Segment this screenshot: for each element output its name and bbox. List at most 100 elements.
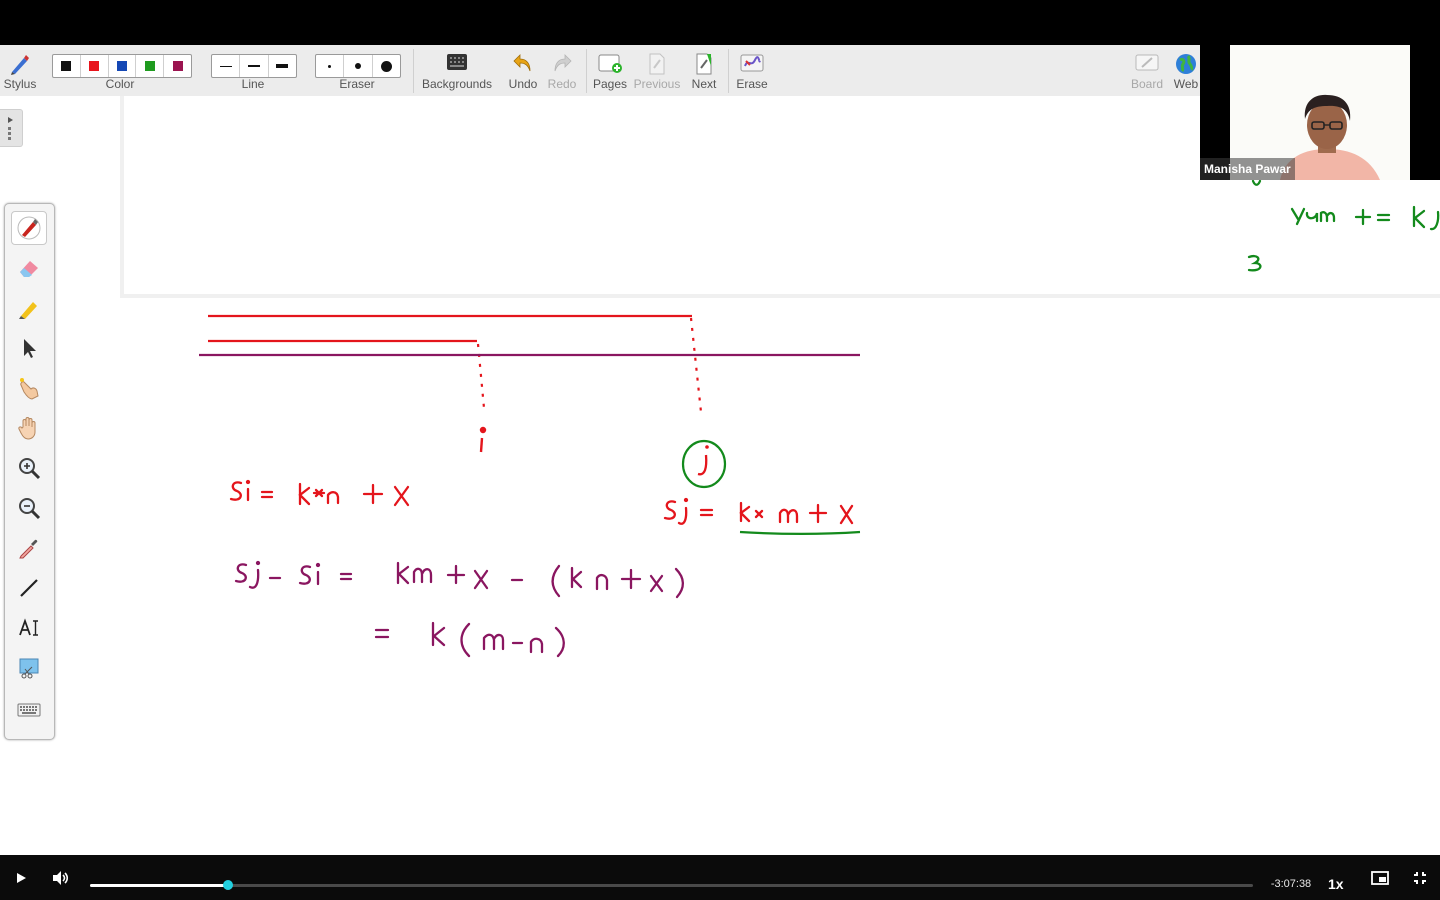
color-picker-tool[interactable] (11, 531, 47, 565)
zoom-in-tool[interactable] (11, 451, 47, 485)
picture-in-picture-icon (1371, 871, 1389, 885)
backgrounds-icon (447, 54, 467, 70)
exit-fullscreen-icon (1414, 872, 1426, 884)
color-swatch-red[interactable] (81, 55, 109, 77)
color-swatch-maroon[interactable] (164, 55, 191, 77)
line-group: Line (203, 45, 303, 96)
next-button[interactable]: Next (684, 45, 724, 96)
eraser-tool[interactable] (11, 251, 47, 285)
whiteboard-toolbar: Stylus Color Line Eraser Backgrounds Und… (0, 45, 1200, 97)
panel-collapse-handle[interactable] (0, 109, 23, 147)
tool-palette (4, 203, 55, 740)
zoom-in-icon (19, 458, 41, 480)
eraser-medium-option[interactable] (344, 55, 373, 77)
whiteboard-canvas[interactable] (0, 96, 1440, 855)
hand-icon (18, 417, 36, 440)
line-thick-option[interactable] (269, 55, 296, 77)
add-page-icon (598, 54, 622, 73)
volume-button[interactable] (49, 866, 71, 890)
eraser-size-options (315, 54, 401, 78)
redo-icon (554, 54, 572, 72)
volume-icon (53, 871, 69, 885)
next-page-icon (696, 53, 712, 75)
select-tool[interactable] (11, 331, 47, 365)
previous-button[interactable]: Previous (632, 45, 682, 96)
handwriting-layer (120, 96, 1440, 658)
pan-tool[interactable] (11, 411, 47, 445)
eraser-icon (20, 261, 38, 277)
seek-handle[interactable] (223, 880, 234, 890)
screen-capture-tool[interactable] (11, 651, 47, 685)
top-black-band (0, 0, 1440, 45)
video-player-bar: -3:07:38 1x (0, 855, 1440, 900)
next-label: Next (691, 77, 717, 91)
highlighter-tool[interactable] (11, 291, 47, 325)
toolbar-divider (728, 49, 729, 93)
pointing-hand-icon (20, 378, 39, 400)
line-thin-option[interactable] (212, 55, 241, 77)
seek-progress (90, 884, 229, 887)
si-equation (229, 479, 410, 507)
board-icon (1135, 54, 1159, 71)
line-medium-option[interactable] (240, 55, 269, 77)
color-swatch-blue[interactable] (109, 55, 137, 77)
eraser-large-option[interactable] (373, 55, 400, 77)
result-equation (374, 621, 565, 658)
sj-underline (739, 530, 861, 535)
eyedropper-icon (19, 539, 38, 559)
board-label: Board (1130, 77, 1164, 91)
web-label: Web (1173, 77, 1199, 91)
playback-speed-button[interactable]: 1x (1328, 876, 1344, 892)
presenter-name: Manisha Pawar (1200, 158, 1295, 180)
pages-label: Pages (592, 77, 628, 91)
stylus-button[interactable]: Stylus (0, 45, 40, 96)
picture-in-picture-button[interactable] (1369, 866, 1391, 890)
line-label: Line (241, 77, 265, 91)
text-tool[interactable] (11, 611, 47, 645)
backgrounds-button[interactable]: Backgrounds (418, 45, 496, 96)
web-button[interactable]: Web (1170, 45, 1202, 96)
exit-fullscreen-button[interactable] (1409, 866, 1431, 890)
redo-button[interactable]: Redo (542, 45, 582, 96)
i-marker (479, 426, 487, 453)
green-writing-partial (1247, 179, 1440, 272)
erase-label: Erase (736, 77, 768, 91)
pointer-arrow-icon (24, 339, 36, 358)
zoom-out-icon (19, 498, 41, 520)
redo-label: Redo (547, 77, 577, 91)
sj-equation (663, 497, 854, 525)
time-remaining: -3:07:38 (1270, 878, 1312, 890)
board-button[interactable]: Board (1128, 45, 1166, 96)
undo-button[interactable]: Undo (503, 45, 543, 96)
keyboard-tool[interactable] (11, 693, 47, 727)
zoom-out-tool[interactable] (11, 491, 47, 525)
screen-capture-icon (19, 658, 39, 679)
eraser-label: Eraser (339, 77, 375, 91)
color-label: Color (105, 77, 135, 91)
eraser-small-option[interactable] (316, 55, 345, 77)
pen-icon (17, 216, 41, 240)
line-tool[interactable] (11, 571, 47, 605)
color-swatches (52, 54, 192, 78)
color-group: Color (40, 45, 200, 96)
color-swatch-black[interactable] (53, 55, 81, 77)
webcam-overlay: Manisha Pawar (1200, 45, 1440, 180)
previous-page-icon (649, 53, 665, 75)
backgrounds-label: Backgrounds (421, 77, 493, 91)
pen-tool[interactable] (11, 211, 47, 245)
color-swatch-green[interactable] (136, 55, 165, 77)
undo-label: Undo (508, 77, 538, 91)
keyboard-icon (17, 703, 41, 717)
play-button[interactable] (10, 866, 32, 890)
seek-bar[interactable] (90, 880, 1253, 890)
laser-pointer-tool[interactable] (11, 371, 47, 405)
erase-button[interactable]: Erase (732, 45, 772, 96)
stylus-icon (11, 55, 29, 75)
pages-button[interactable]: Pages (590, 45, 630, 96)
text-icon (19, 618, 38, 636)
eraser-group: Eraser (307, 45, 407, 96)
toolbar-divider (586, 49, 587, 93)
stylus-label: Stylus (3, 77, 37, 91)
erase-board-icon (740, 54, 764, 72)
expand-arrow-icon (8, 117, 13, 140)
